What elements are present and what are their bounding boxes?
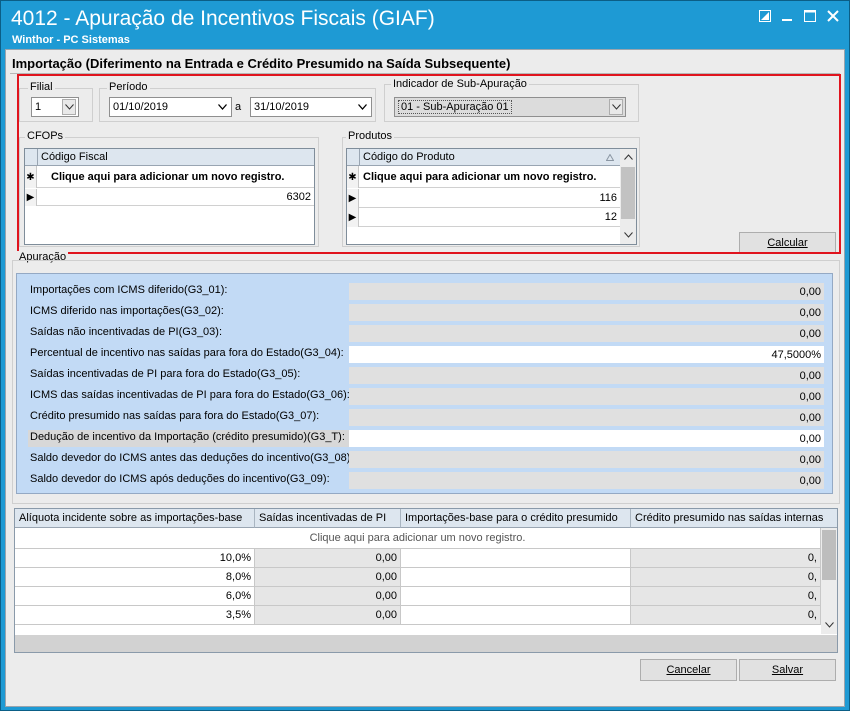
aliquota-add-new-row[interactable]: Clique aqui para adicionar um novo regis…: [15, 528, 821, 549]
g3-01-field[interactable]: 0,00: [349, 283, 824, 300]
salvar-button[interactable]: Salvar: [739, 659, 836, 681]
g3-08-field[interactable]: 0,00: [349, 451, 824, 468]
title-bar: 4012 - Apuração de Incentivos Fiscais (G…: [1, 1, 849, 49]
g3-06-field[interactable]: 0,00: [349, 388, 824, 405]
g3-07-field[interactable]: 0,00: [349, 409, 824, 426]
scroll-down-icon[interactable]: [825, 622, 834, 628]
g3-08-label: Saldo devedor do ICMS antes das deduções…: [30, 452, 354, 464]
maximize-icon[interactable]: [800, 7, 820, 25]
table-cell[interactable]: 8,0%: [15, 568, 255, 587]
g3-09-label: Saldo devedor do ICMS após deduções do i…: [30, 473, 330, 485]
apuracao-panel: Importações com ICMS diferido(G3_01): 0,…: [16, 273, 833, 494]
saidas-column-header[interactable]: Saídas incentivadas de PI: [255, 509, 401, 528]
table-cell[interactable]: 0,00: [255, 606, 401, 625]
cancelar-button[interactable]: Cancelar: [640, 659, 737, 681]
table-cell[interactable]: 6,0%: [15, 587, 255, 606]
close-icon[interactable]: [823, 7, 843, 25]
credito-column-header[interactable]: Crédito presumido nas saídas internas: [631, 509, 837, 528]
table-cell[interactable]: 0,00: [255, 568, 401, 587]
g3-t-field[interactable]: 0,00: [349, 430, 824, 447]
g3-06-label: ICMS das saídas incentivadas de PI para …: [30, 389, 350, 401]
g3-04-field[interactable]: 47,5000%: [349, 346, 824, 363]
restore-layout-icon[interactable]: [755, 7, 775, 25]
table-cell[interactable]: 0,00: [255, 587, 401, 606]
g3-03-label: Saídas não incentivadas de PI(G3_03):: [30, 326, 223, 338]
highlight-frame: [17, 74, 841, 254]
g3-05-label: Saídas incentivadas de PI para fora do E…: [30, 368, 301, 380]
table-cell[interactable]: 0,: [631, 568, 821, 587]
aliquota-column-header[interactable]: Alíquota incidente sobre as importações-…: [15, 509, 255, 528]
g3-02-label: ICMS diferido nas importações(G3_02):: [30, 305, 224, 317]
table-cell[interactable]: 0,: [631, 606, 821, 625]
table-cell[interactable]: 0,: [631, 549, 821, 568]
window-title: 4012 - Apuração de Incentivos Fiscais (G…: [11, 7, 435, 30]
page-heading: Importação (Diferimento na Entrada e Cré…: [12, 56, 511, 71]
minimize-icon[interactable]: [777, 7, 797, 25]
aliquotas-grid: Alíquota incidente sobre as importações-…: [14, 508, 838, 653]
scroll-thumb[interactable]: [822, 530, 836, 580]
g3-05-field[interactable]: 0,00: [349, 367, 824, 384]
window-subtitle: Winthor - PC Sistemas: [12, 34, 130, 46]
g3-t-label: Dedução de incentivo da Importação (créd…: [30, 431, 345, 443]
table-cell[interactable]: 0,: [631, 587, 821, 606]
aliquotas-horizontal-scrollbar[interactable]: [15, 635, 837, 652]
table-cell[interactable]: [401, 568, 631, 587]
g3-03-field[interactable]: 0,00: [349, 325, 824, 342]
g3-01-label: Importações com ICMS diferido(G3_01):: [30, 284, 228, 296]
g3-04-label: Percentual de incentivo nas saídas para …: [30, 347, 344, 359]
app-window: 4012 - Apuração de Incentivos Fiscais (G…: [0, 0, 850, 711]
importacoes-column-header[interactable]: Importações-base para o crédito presumid…: [401, 509, 631, 528]
g3-02-field[interactable]: 0,00: [349, 304, 824, 321]
table-cell[interactable]: 10,0%: [15, 549, 255, 568]
g3-09-field[interactable]: 0,00: [349, 472, 824, 489]
table-cell[interactable]: [401, 606, 631, 625]
form-client-area: Importação (Diferimento na Entrada e Cré…: [5, 49, 845, 707]
table-cell[interactable]: [401, 549, 631, 568]
aliquotas-vertical-scrollbar[interactable]: [821, 528, 837, 634]
table-cell[interactable]: 3,5%: [15, 606, 255, 625]
table-cell[interactable]: [401, 587, 631, 606]
g3-07-label: Crédito presumido nas saídas para fora d…: [30, 410, 320, 422]
table-cell[interactable]: 0,00: [255, 549, 401, 568]
